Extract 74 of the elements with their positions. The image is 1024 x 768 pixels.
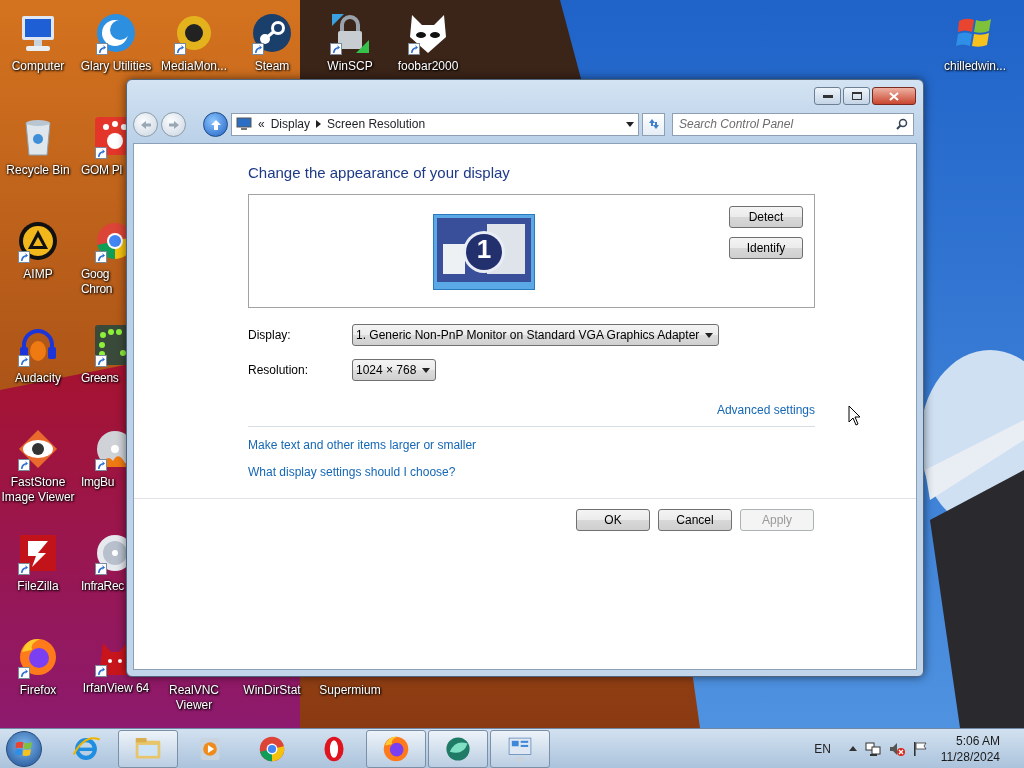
icon-label[interactable]: FileZilla bbox=[17, 579, 59, 594]
overflow-chevron[interactable]: « bbox=[258, 115, 265, 133]
caret-icon bbox=[422, 367, 431, 373]
address-bar[interactable]: « Display Screen Resolution bbox=[231, 112, 639, 136]
show-hidden-icons-icon[interactable] bbox=[848, 746, 857, 751]
up-arrow-icon bbox=[209, 118, 222, 131]
maximize-button[interactable] bbox=[843, 87, 870, 105]
icon-label[interactable]: InfraRec bbox=[80, 579, 124, 594]
caret-icon[interactable] bbox=[626, 121, 634, 127]
language-indicator[interactable]: EN bbox=[814, 739, 831, 758]
icon-label[interactable]: foobar2000 bbox=[397, 59, 459, 74]
icon-label[interactable]: Steam bbox=[254, 59, 290, 74]
icon-label[interactable]: chilledwin... bbox=[944, 59, 1006, 74]
forward-arrow-icon bbox=[167, 119, 180, 130]
network-icon[interactable] bbox=[864, 740, 881, 757]
taskbar-button[interactable] bbox=[428, 729, 488, 768]
steam-logo-icon[interactable] bbox=[250, 11, 294, 55]
taskbar-button[interactable] bbox=[118, 729, 178, 768]
breadcrumb-link[interactable]: Display bbox=[270, 115, 311, 133]
dialog-button[interactable]: Cancel bbox=[658, 509, 732, 531]
icon-label[interactable]: Firefox bbox=[19, 683, 57, 698]
monitor-number: 1 bbox=[475, 234, 493, 264]
advanced-settings-link[interactable]: Advanced settings bbox=[716, 401, 815, 419]
icon-label[interactable]: FastStone Image Viewer bbox=[0, 475, 78, 505]
dialog-button[interactable]: OK bbox=[576, 509, 650, 531]
icon-label[interactable]: Greens bbox=[80, 371, 119, 386]
help-link[interactable]: Make text and other items larger or smaller bbox=[248, 438, 477, 452]
search-icon[interactable] bbox=[896, 117, 908, 130]
icon-label[interactable]: Recycle Bin bbox=[6, 163, 70, 178]
caret-icon bbox=[705, 332, 714, 338]
search-field[interactable]: Search Control Panel bbox=[672, 112, 914, 136]
flag-icon[interactable] bbox=[912, 740, 927, 757]
maximize-icon bbox=[851, 92, 862, 100]
page-heading: Change the appearance of your display bbox=[248, 164, 511, 182]
action-button[interactable]: Identify bbox=[729, 237, 803, 259]
taskbar-button[interactable] bbox=[366, 729, 426, 768]
icon-label[interactable]: Computer bbox=[11, 59, 65, 74]
icon-label[interactable]: GOM Pl bbox=[80, 163, 122, 178]
minimize-icon bbox=[822, 94, 833, 98]
icon-label[interactable]: ImgBu bbox=[80, 475, 115, 490]
field-label: Display: bbox=[248, 327, 292, 344]
up-button[interactable] bbox=[203, 111, 228, 137]
close-button[interactable] bbox=[872, 87, 916, 105]
crescent-icon[interactable] bbox=[94, 11, 138, 55]
close-icon bbox=[889, 91, 899, 101]
icon-label[interactable]: Goog Chron bbox=[80, 267, 113, 297]
start-button[interactable] bbox=[6, 730, 42, 767]
dropdown[interactable]: 1. Generic Non-PnP Monitor on Standard VGA Graphics Adapter bbox=[352, 324, 720, 346]
triangle-logo-icon[interactable] bbox=[16, 219, 60, 263]
breadcrumb-arrow-icon[interactable] bbox=[316, 120, 322, 128]
clock-time[interactable]: 5:06 AM bbox=[955, 732, 1000, 749]
dropdown[interactable]: 1024 × 768 bbox=[352, 359, 437, 381]
icon-label[interactable]: IrfanView 64 bbox=[82, 681, 150, 696]
icon-label[interactable]: WinSCP bbox=[327, 59, 373, 74]
refresh-icon bbox=[646, 117, 661, 131]
icon-label[interactable]: WinDirStat bbox=[243, 683, 301, 698]
back-arrow-icon bbox=[139, 119, 152, 130]
help-link[interactable]: What display settings should I choose? bbox=[248, 465, 456, 479]
field-label: Resolution: bbox=[248, 362, 310, 379]
dots-icon[interactable] bbox=[93, 323, 126, 367]
cursor-icon bbox=[848, 405, 862, 426]
breadcrumb-link[interactable]: Screen Resolution bbox=[327, 115, 426, 133]
icon-label[interactable]: AIMP bbox=[23, 267, 53, 282]
taskbar-button[interactable] bbox=[490, 729, 550, 768]
monitor-icon bbox=[236, 117, 252, 131]
icon-label[interactable]: Audacity bbox=[15, 371, 61, 386]
minimize-button[interactable] bbox=[814, 87, 841, 105]
icon-label[interactable]: MediaMon... bbox=[161, 59, 227, 74]
icon-label[interactable]: RealVNC Viewer bbox=[154, 683, 234, 713]
refresh-button[interactable] bbox=[642, 112, 665, 136]
action-button[interactable]: Detect bbox=[729, 206, 803, 228]
icon-label[interactable]: Glary Utilities bbox=[80, 59, 152, 74]
clock-date[interactable]: 11/28/2024 bbox=[940, 748, 1000, 765]
icon-label[interactable]: Supermium bbox=[319, 683, 381, 698]
